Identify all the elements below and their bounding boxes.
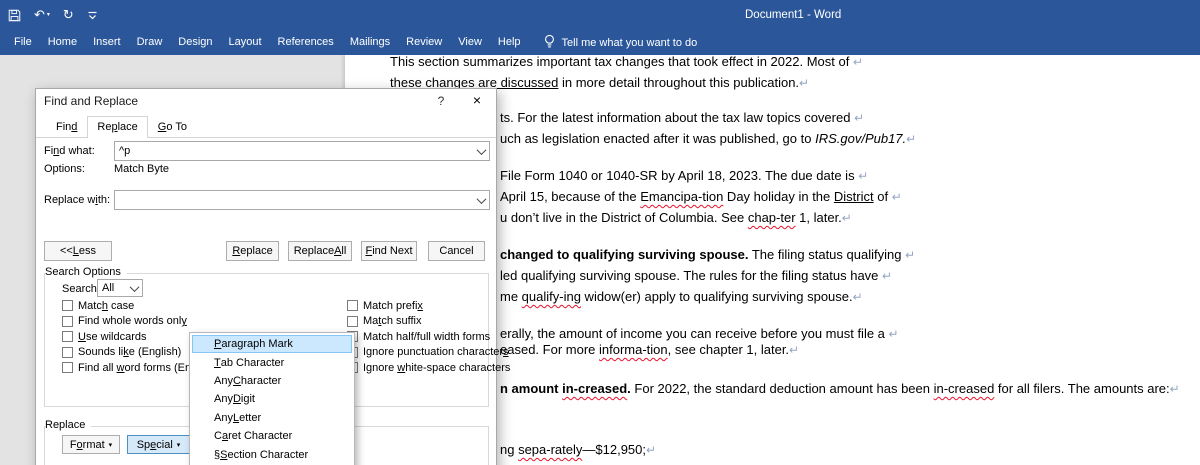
options-label: Options: xyxy=(44,163,85,175)
replace-group-label: Replace xyxy=(45,419,91,431)
checkbox-box[interactable] xyxy=(62,362,73,373)
find-what-combobox[interactable]: ^p xyxy=(114,141,490,161)
checkbox-label: Match half/full width forms xyxy=(363,331,490,343)
ribbon-tab-help[interactable]: Help xyxy=(490,30,529,55)
replace-all-button[interactable]: Replace All xyxy=(288,241,352,261)
search-direction-value: All xyxy=(102,282,114,294)
checkbox-label: Ignore white-space characters xyxy=(363,362,510,374)
checkbox-match-case[interactable]: Match case xyxy=(62,298,217,314)
search-options-right-checks: Match prefix Match suffix Match half/full … xyxy=(347,298,510,376)
dialog-close-button[interactable]: × xyxy=(464,91,490,110)
dialog-help-button[interactable]: ? xyxy=(434,94,448,108)
replace-with-combobox[interactable] xyxy=(114,190,490,210)
special-menu-item-caret-character[interactable]: Caret Character xyxy=(190,427,354,445)
special-button[interactable]: Special ▾ xyxy=(127,435,190,454)
find-what-value: ^p xyxy=(119,145,130,157)
ribbon-tab-mailings[interactable]: Mailings xyxy=(342,30,398,55)
special-menu-item-any-letter[interactable]: Any Letter xyxy=(190,409,354,427)
dropdown-arrow-icon: ▾ xyxy=(109,441,113,449)
ribbon-tab-insert[interactable]: Insert xyxy=(85,30,129,55)
find-what-label: Find what: xyxy=(44,145,95,157)
save-icon[interactable] xyxy=(8,9,21,22)
checkbox-box[interactable] xyxy=(62,347,73,358)
special-button-label: Special xyxy=(137,439,173,451)
less-button[interactable]: << Less xyxy=(44,241,112,261)
checkbox-label: Use wildcards xyxy=(78,331,146,343)
checkbox-label: Match case xyxy=(78,300,134,312)
checkbox-find-whole-words-only[interactable]: Find whole words only xyxy=(62,314,217,330)
ribbon-tab-home[interactable]: Home xyxy=(40,30,85,55)
checkbox-box[interactable] xyxy=(62,316,73,327)
dropdown-arrow-icon[interactable] xyxy=(126,280,142,296)
undo-icon[interactable]: ↶ ▾ xyxy=(34,9,50,22)
dialog-buttons: << Less Replace Replace All Find Next Cancel xyxy=(36,241,496,261)
find-next-button[interactable]: Find Next xyxy=(361,241,417,261)
ribbon-tab-draw[interactable]: Draw xyxy=(129,30,171,55)
checkbox-label: Match suffix xyxy=(363,315,422,327)
checkbox-label: Ignore punctuation characters xyxy=(363,346,509,358)
dialog-tab-find[interactable]: Find xyxy=(46,116,87,138)
special-menu: Paragraph MarkTab CharacterAny Character… xyxy=(189,332,355,465)
dropdown-arrow-icon[interactable] xyxy=(473,142,489,160)
customize-qat-icon[interactable] xyxy=(87,10,98,21)
redo-icon[interactable]: ↻ xyxy=(63,9,74,22)
search-direction-dropdown[interactable]: All xyxy=(97,279,143,297)
format-button[interactable]: Format ▾ xyxy=(62,435,120,454)
checkbox-match-suffix[interactable]: Match suffix xyxy=(347,314,510,330)
dialog-tab-strip: FindReplaceGo To xyxy=(36,111,496,138)
checkbox-label: Sounds like (English) xyxy=(78,346,181,358)
format-button-label: Format xyxy=(70,439,105,451)
special-menu-item-paragraph-mark[interactable]: Paragraph Mark xyxy=(192,335,352,353)
checkbox-match-prefix[interactable]: Match prefix xyxy=(347,298,510,314)
checkbox-box[interactable] xyxy=(347,316,358,327)
checkbox-match-half-full-width-forms[interactable]: Match half/full width forms xyxy=(347,329,510,345)
tell-me-button[interactable]: Tell me what you want to do xyxy=(543,34,698,52)
dropdown-arrow-icon: ▾ xyxy=(177,441,181,449)
dialog-tab-go-to[interactable]: Go To xyxy=(148,116,197,138)
redo-arrow-glyph: ↻ xyxy=(63,9,74,22)
quick-access-toolbar: ↶ ▾ ↻ xyxy=(8,0,98,30)
checkbox-box[interactable] xyxy=(347,300,358,311)
ribbon-tab-references[interactable]: References xyxy=(270,30,342,55)
special-menu-item-section-character[interactable]: § Section Character xyxy=(190,445,354,463)
tell-me-label: Tell me what you want to do xyxy=(562,37,698,49)
ribbon: FileHomeInsertDrawDesignLayoutReferences… xyxy=(0,30,1200,55)
ribbon-tabs: FileHomeInsertDrawDesignLayoutReferences… xyxy=(6,30,529,55)
special-menu-item-any-digit[interactable]: Any Digit xyxy=(190,390,354,408)
undo-arrow-glyph: ↶ xyxy=(34,9,45,22)
window-title: Document1 - Word xyxy=(745,0,841,30)
ribbon-tab-file[interactable]: File xyxy=(6,30,40,55)
checkbox-label: Find whole words only xyxy=(78,315,187,327)
search-label: Search: xyxy=(62,283,100,295)
checkbox-label: Match prefix xyxy=(363,300,423,312)
dropdown-arrow-icon[interactable] xyxy=(473,191,489,209)
titlebar: ↶ ▾ ↻ Document1 - Word xyxy=(0,0,1200,30)
search-options-group-label: Search Options xyxy=(45,266,127,278)
replace-with-label: Replace with: xyxy=(44,194,110,206)
special-menu-item-tab-character[interactable]: Tab Character xyxy=(190,353,354,371)
replace-button[interactable]: Replace xyxy=(226,241,279,261)
ribbon-tab-layout[interactable]: Layout xyxy=(221,30,270,55)
checkbox-ignore-white-space-characters[interactable]: Ignore white-space characters xyxy=(347,360,510,376)
undo-dropdown-icon[interactable]: ▾ xyxy=(47,12,50,18)
options-value: Match Byte xyxy=(114,163,169,175)
ribbon-tab-review[interactable]: Review xyxy=(398,30,450,55)
checkbox-box[interactable] xyxy=(62,300,73,311)
lightbulb-icon xyxy=(543,34,556,52)
dialog-tab-replace[interactable]: Replace xyxy=(87,116,147,138)
ribbon-tab-design[interactable]: Design xyxy=(170,30,220,55)
cancel-button[interactable]: Cancel xyxy=(428,241,485,261)
dialog-title: Find and Replace xyxy=(44,94,138,108)
checkbox-box[interactable] xyxy=(62,331,73,342)
ribbon-tab-view[interactable]: View xyxy=(450,30,490,55)
checkbox-ignore-punctuation-characters[interactable]: Ignore punctuation characters xyxy=(347,345,510,361)
special-menu-item-any-character[interactable]: Any Character xyxy=(190,372,354,390)
